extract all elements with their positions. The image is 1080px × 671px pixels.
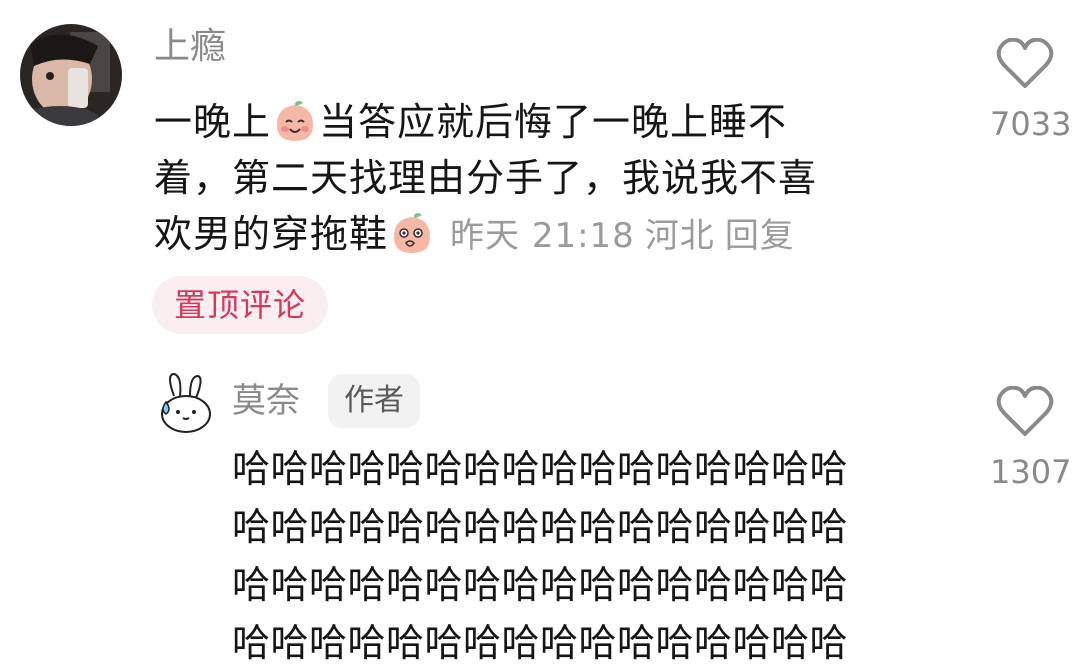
comment-location: 河北 [644, 216, 715, 256]
reply-avatar[interactable] [156, 372, 216, 436]
reply-username[interactable]: 莫奈 [232, 378, 300, 424]
bunny-avatar-icon [161, 372, 211, 433]
reply-text: 哈哈哈哈哈哈哈哈哈哈哈哈哈哈哈哈 哈哈哈哈哈哈哈哈哈哈哈哈哈哈哈哈 哈哈哈哈哈哈… [232, 440, 952, 671]
comment-text: 一晚上 当答应就后悔了一晚上睡不 着，第二天找理由分手了，我说我不喜 欢男的穿拖… [154, 94, 924, 264]
comment-line: 欢男的穿拖鞋 昨天 21:18 河北 回复 [154, 206, 924, 264]
comment-line: 着，第二天找理由分手了，我说我不喜 [154, 156, 818, 200]
heart-icon [996, 37, 1054, 88]
like-count: 7033 [990, 105, 1072, 143]
avatar-photo-icon [20, 24, 122, 126]
reply-like-button[interactable]: 1307 [990, 385, 1072, 491]
comment-text-segment: 欢男的穿拖鞋 [154, 212, 389, 256]
reply-line: 哈哈哈哈哈哈哈哈哈哈哈哈哈哈哈哈 [232, 563, 849, 607]
smile-peach-icon [277, 101, 314, 141]
reply-button[interactable]: 回复 [725, 216, 795, 256]
comment-thread: 上瘾 一晚上 当答应就后悔了一晚上睡不 着，第二天找理由分手了，我说我不喜 欢男… [0, 0, 1080, 671]
reply-line: 哈哈哈哈哈哈哈哈哈哈哈哈哈哈哈哈 [232, 505, 849, 549]
comment-time: 昨天 21:18 [450, 216, 635, 256]
heart-icon [996, 385, 1054, 436]
like-button[interactable]: 7033 [990, 37, 1072, 143]
comment-meta: 昨天 21:18 河北 回复 [450, 216, 805, 256]
thinking-peach-icon [394, 213, 431, 253]
reply-line: 哈哈哈哈哈哈哈哈哈哈哈哈哈哈哈哈 [232, 447, 849, 491]
reply-line: 哈哈哈哈哈哈哈哈哈哈哈哈哈哈哈哈 [232, 621, 849, 665]
comment-line: 一晚上 当答应就后悔了一晚上睡不 [154, 94, 924, 150]
comment-text-segment: 一晚上 [154, 100, 272, 144]
reply-like-count: 1307 [990, 453, 1072, 491]
pinned-comment-badge: 置顶评论 [152, 276, 329, 334]
avatar[interactable] [20, 24, 122, 126]
comment-text-segment: 当答应就后悔了一晚上睡不 [319, 100, 788, 144]
author-badge: 作者 [328, 374, 420, 428]
comment-username[interactable]: 上瘾 [154, 24, 226, 70]
